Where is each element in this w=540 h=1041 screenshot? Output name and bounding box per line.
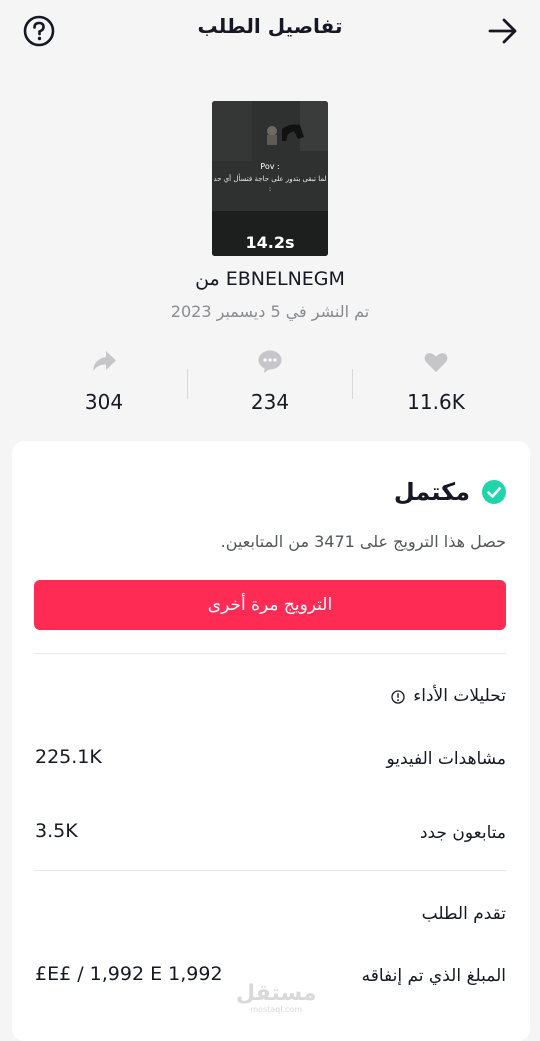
new-followers-value: 3.5K	[35, 820, 78, 842]
top-bar: تفاصيل الطلب	[0, 0, 540, 64]
shares-stat: 304	[44, 348, 164, 414]
video-views-value: 225.1K	[35, 746, 102, 768]
analytics-title: تحليلات الأداء	[391, 686, 506, 706]
order-progress-title: تقدم الطلب	[421, 904, 506, 924]
video-pov-text: Pov :	[260, 162, 280, 171]
video-views-label: مشاهدات الفيديو	[386, 749, 506, 769]
watermark-sub: mostaql.com	[250, 1005, 303, 1014]
page-title: تفاصيل الطلب	[197, 14, 343, 38]
published-date: تم النشر في 5 ديسمبر 2023	[170, 302, 370, 321]
divider	[34, 653, 506, 654]
divider	[34, 870, 506, 871]
share-icon	[44, 348, 164, 376]
likes-stat: 11.6K	[376, 348, 496, 414]
promotion-description: حصل هذا الترويج على 3471 من المتابعين.	[220, 532, 506, 551]
new-followers-label: متابعون جدد	[419, 823, 506, 843]
video-thumbnail[interactable]: Pov : لما تبقى بتدور على حاجة فتسأل أي ح…	[212, 101, 328, 256]
author-name: من EBNELNEGM	[195, 268, 345, 290]
mostaql-watermark: مستقل mostaql.com	[236, 983, 316, 1015]
order-status: مكتمل	[394, 478, 506, 506]
status-label: مكتمل	[393, 478, 470, 506]
promote-again-button[interactable]: الترويج مرة أخرى	[34, 580, 506, 630]
analytics-title-text: تحليلات الأداء	[413, 686, 506, 706]
shares-count: 304	[84, 390, 124, 414]
stats-divider	[352, 369, 353, 399]
check-circle-icon	[482, 480, 506, 504]
comments-stat: 234	[210, 348, 330, 414]
likes-count: 11.6K	[407, 390, 465, 414]
stats-divider	[187, 369, 188, 399]
heart-icon	[376, 348, 496, 376]
watermark-text: مستقل	[236, 981, 317, 1006]
comments-count: 234	[250, 390, 290, 414]
video-caption: لما تبقى بتدور على حاجة فتسأل أي حد :	[213, 175, 327, 193]
order-details-card: مكتمل حصل هذا الترويج على 3471 من المتاب…	[12, 441, 530, 1041]
info-icon[interactable]	[391, 689, 405, 704]
comment-icon	[210, 348, 330, 376]
amount-spent-label: المبلغ الذي تم إنفاقه	[361, 966, 506, 986]
video-duration: 14.2s	[245, 233, 295, 252]
amount-spent-value: £E£ / 1,992 E 1,992	[35, 963, 223, 985]
back-arrow-icon[interactable]	[486, 14, 520, 48]
